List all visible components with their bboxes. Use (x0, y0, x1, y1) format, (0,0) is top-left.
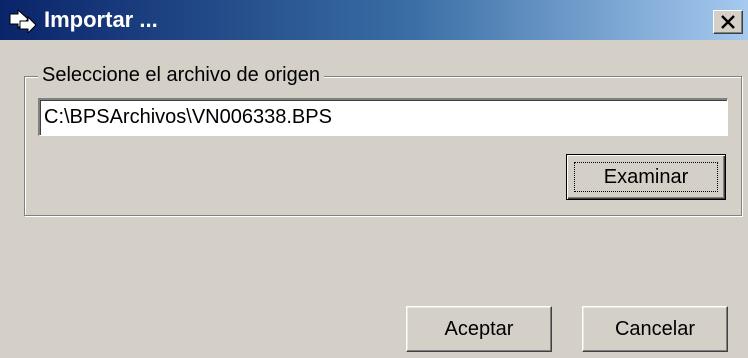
file-path-input[interactable] (38, 98, 728, 136)
browse-button[interactable]: Examinar (566, 154, 726, 200)
close-button[interactable] (713, 10, 743, 34)
browse-button-label: Examinar (574, 162, 718, 192)
window-title: Importar ... (44, 7, 158, 32)
title-bar[interactable]: Importar ... (0, 0, 748, 40)
import-dialog: Importar ... Seleccione el archivo de or… (0, 0, 748, 358)
cancel-button[interactable]: Cancelar (582, 306, 728, 352)
groupbox-legend: Seleccione el archivo de origen (38, 62, 324, 88)
accept-button[interactable]: Aceptar (406, 306, 552, 352)
import-arrow-icon (8, 8, 38, 35)
close-icon (721, 15, 735, 29)
